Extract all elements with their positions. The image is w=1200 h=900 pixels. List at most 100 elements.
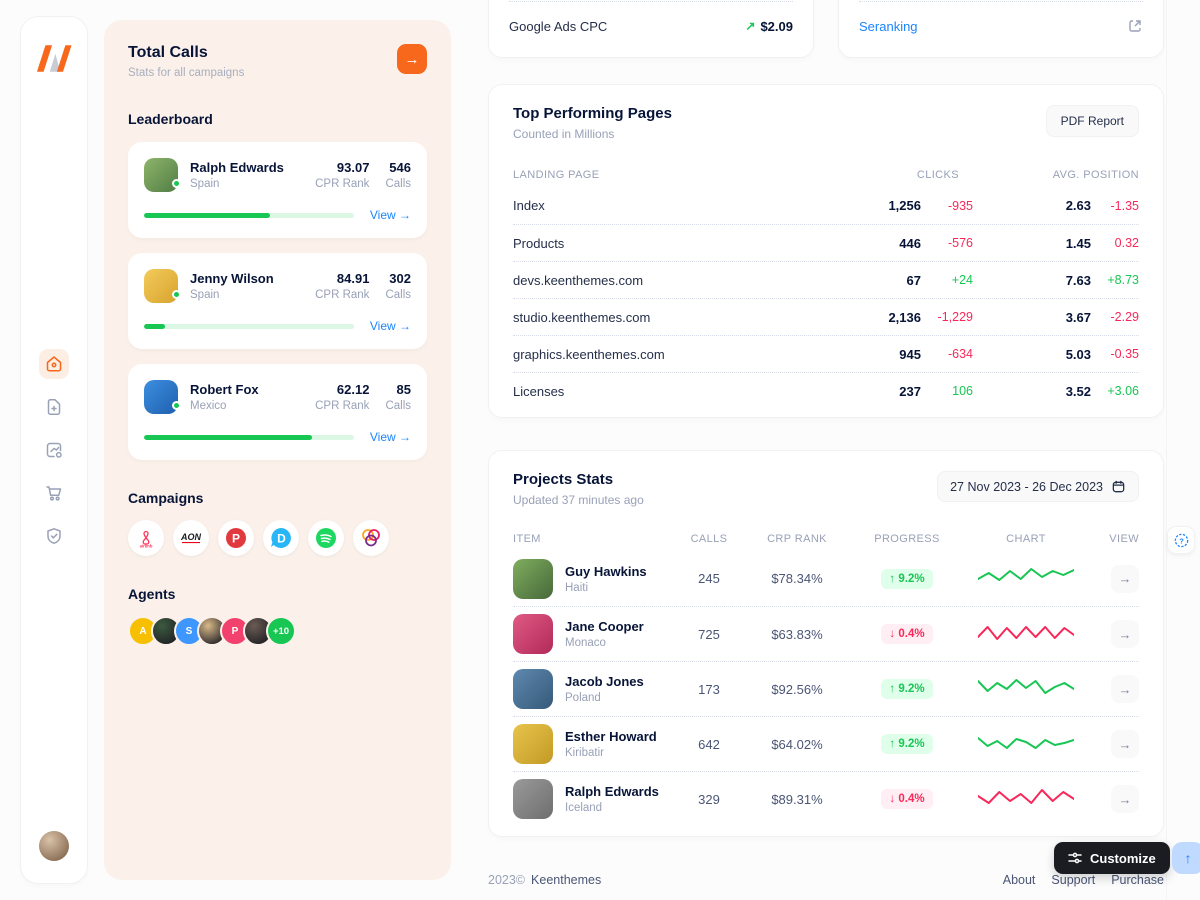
table-row[interactable]: Products446-5761.450.32 (513, 224, 1139, 261)
project-avatar (513, 559, 553, 599)
help-question-icon: ? (1173, 532, 1190, 549)
col-calls: CALLS (673, 533, 745, 545)
landing-page-cell: Index (513, 198, 841, 213)
leader-avatar (144, 269, 178, 303)
seranking-link[interactable]: Seranking (859, 19, 918, 34)
crp-rank-cell: $89.31% (745, 792, 849, 807)
calls-label: Calls (385, 289, 411, 301)
shield-check-icon (44, 526, 64, 546)
help-button[interactable]: ? (1167, 526, 1195, 554)
external-link-icon[interactable] (1127, 18, 1143, 34)
table-row[interactable]: Index1,256-9352.63-1.35 (513, 187, 1139, 224)
cpr-rank-label: CPR Rank (315, 289, 369, 301)
col-landing-page: LANDING PAGE (513, 169, 841, 181)
row-view-button[interactable]: → (1111, 785, 1139, 813)
total-calls-panel: Total Calls Stats for all campaigns → Le… (104, 20, 451, 880)
date-range-picker[interactable]: 27 Nov 2023 - 26 Dec 2023 (937, 471, 1139, 502)
sidebar-item-cart[interactable] (39, 478, 69, 508)
footer-link-about[interactable]: About (1003, 873, 1036, 887)
table-row[interactable]: Esther HowardKiribatir642$64.02%↑ 9.2%→ (513, 716, 1139, 771)
col-avg-position: AVG. POSITION (973, 169, 1139, 181)
leaderboard-card[interactable]: Jenny WilsonSpain84.91CPR Rank302CallsVi… (128, 253, 427, 349)
project-avatar (513, 669, 553, 709)
calls-value: 85 (385, 382, 411, 397)
position-cell: 3.67 (973, 310, 1091, 325)
crp-rank-cell: $63.83% (745, 627, 849, 642)
table-header-row: ITEMCALLSCRP RANKPROGRESSCHARTVIEW (513, 527, 1139, 551)
campaign-picsart[interactable]: P (218, 520, 254, 556)
app-logo-icon[interactable] (36, 45, 72, 77)
progress-badge: ↓ 0.4% (881, 624, 932, 644)
picsart-logo-icon: P (224, 526, 248, 550)
campaign-loops[interactable] (353, 520, 389, 556)
view-link[interactable]: View → (370, 319, 411, 333)
campaign-spotify[interactable] (308, 520, 344, 556)
row-view-button[interactable]: → (1111, 730, 1139, 758)
disqus-logo-icon: D (269, 526, 293, 550)
position-cell: 5.03 (973, 347, 1091, 362)
landing-page-cell: devs.keenthemes.com (513, 273, 841, 288)
brand-link[interactable]: Keenthemes (531, 873, 601, 887)
content-edge-divider (1166, 0, 1167, 900)
clicks-cell: 945 (841, 347, 921, 362)
svg-text:P: P (232, 531, 240, 545)
agents-more-count[interactable]: +10 (266, 616, 296, 646)
table-row[interactable]: Ralph EdwardsIceland329$89.31%↓ 0.4%→ (513, 771, 1139, 826)
view-link[interactable]: View → (370, 430, 411, 444)
sidebar-item-chart-gear[interactable] (39, 435, 69, 465)
landing-page-cell: studio.keenthemes.com (513, 310, 841, 325)
agents-heading: Agents (128, 586, 427, 602)
footer-link-purchase[interactable]: Purchase (1111, 873, 1164, 887)
sidebar-item-home[interactable] (39, 349, 69, 379)
row-view-button[interactable]: → (1111, 675, 1139, 703)
online-dot (172, 290, 181, 299)
project-name: Jane Cooper (565, 619, 644, 634)
arrow-right-icon: → (1119, 737, 1132, 752)
clicks-cell: 67 (841, 273, 921, 288)
leader-name: Ralph Edwards (190, 160, 284, 175)
panel-forward-button[interactable]: → (397, 44, 427, 74)
user-avatar[interactable] (39, 831, 69, 861)
customize-button[interactable]: Customize (1054, 842, 1170, 874)
leaderboard-card[interactable]: Ralph EdwardsSpain93.07CPR Rank546CallsV… (128, 142, 427, 238)
card-subtitle: Counted in Millions (513, 127, 672, 141)
table-row[interactable]: Guy HawkinsHaiti245$78.34%↑ 9.2%→ (513, 551, 1139, 606)
table-row[interactable]: Jacob JonesPoland173$92.56%↑ 9.2%→ (513, 661, 1139, 716)
campaigns-heading: Campaigns (128, 490, 427, 506)
top-performing-pages-card: Top Performing Pages Counted in Millions… (488, 84, 1164, 418)
leaderboard-card[interactable]: Robert FoxMexico62.12CPR Rank85CallsView… (128, 364, 427, 460)
sidebar-item-file-plus[interactable] (39, 392, 69, 422)
svg-text:D: D (277, 531, 286, 545)
clicks-change-cell: -935 (921, 199, 973, 213)
leaderboard-list: Ralph EdwardsSpain93.07CPR Rank546CallsV… (128, 142, 427, 460)
view-link[interactable]: View → (370, 208, 411, 222)
leader-country: Spain (190, 289, 274, 301)
row-view-button[interactable]: → (1111, 620, 1139, 648)
table-row[interactable]: devs.keenthemes.com67+247.63+8.73 (513, 261, 1139, 298)
clicks-cell: 446 (841, 236, 921, 251)
cart-icon (44, 483, 64, 503)
table-row[interactable]: graphics.keenthemes.com945-6345.03-0.35 (513, 335, 1139, 372)
table-row[interactable]: Licenses2371063.52+3.06 (513, 372, 1139, 409)
scroll-top-button[interactable]: ↑ (1172, 842, 1200, 874)
footer-link-support[interactable]: Support (1051, 873, 1095, 887)
table-row[interactable]: studio.keenthemes.com2,136-1,2293.67-2.2… (513, 298, 1139, 335)
position-change-cell: -0.35 (1091, 347, 1139, 361)
row-view-button[interactable]: → (1111, 565, 1139, 593)
cpr-rank-label: CPR Rank (315, 400, 369, 412)
sparkline-chart (965, 729, 1087, 760)
sparkline-chart (965, 563, 1087, 594)
pdf-report-button[interactable]: PDF Report (1046, 105, 1139, 137)
col-view: VIEW (1087, 533, 1139, 545)
campaign-aon[interactable]: AON (173, 520, 209, 556)
table-header-row: LANDING PAGE CLICKS AVG. POSITION (513, 163, 1139, 187)
clicks-cell: 2,136 (841, 310, 921, 325)
table-row[interactable]: Jane CooperMonaco725$63.83%↓ 0.4%→ (513, 606, 1139, 661)
sidebar-item-shield-check[interactable] (39, 521, 69, 551)
campaign-airbnb[interactable]: airbnb (128, 520, 164, 556)
position-cell: 1.45 (973, 236, 1091, 251)
seranking-card: Seranking (838, 0, 1164, 58)
position-change-cell: 0.32 (1091, 236, 1139, 250)
progress-track (144, 213, 354, 218)
campaign-disqus[interactable]: D (263, 520, 299, 556)
